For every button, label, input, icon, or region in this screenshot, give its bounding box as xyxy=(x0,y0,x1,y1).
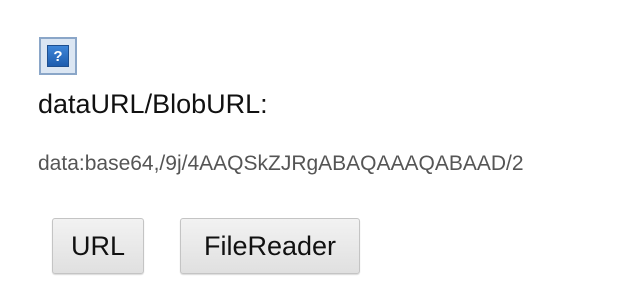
question-mark-icon: ? xyxy=(47,45,69,67)
data-url-label: dataURL/BlobURL: xyxy=(38,89,268,119)
data-url-value: data:base64,/9j/4AAQSkZJRgABAQAAAQABAAD/… xyxy=(38,152,524,175)
url-button[interactable]: URL xyxy=(52,218,144,274)
filereader-button[interactable]: FileReader xyxy=(180,218,360,274)
broken-image-question-icon: ? xyxy=(39,37,77,75)
question-glyph: ? xyxy=(53,47,63,65)
page: ? dataURL/BlobURL: data:base64,/9j/4AAQS… xyxy=(0,0,628,306)
